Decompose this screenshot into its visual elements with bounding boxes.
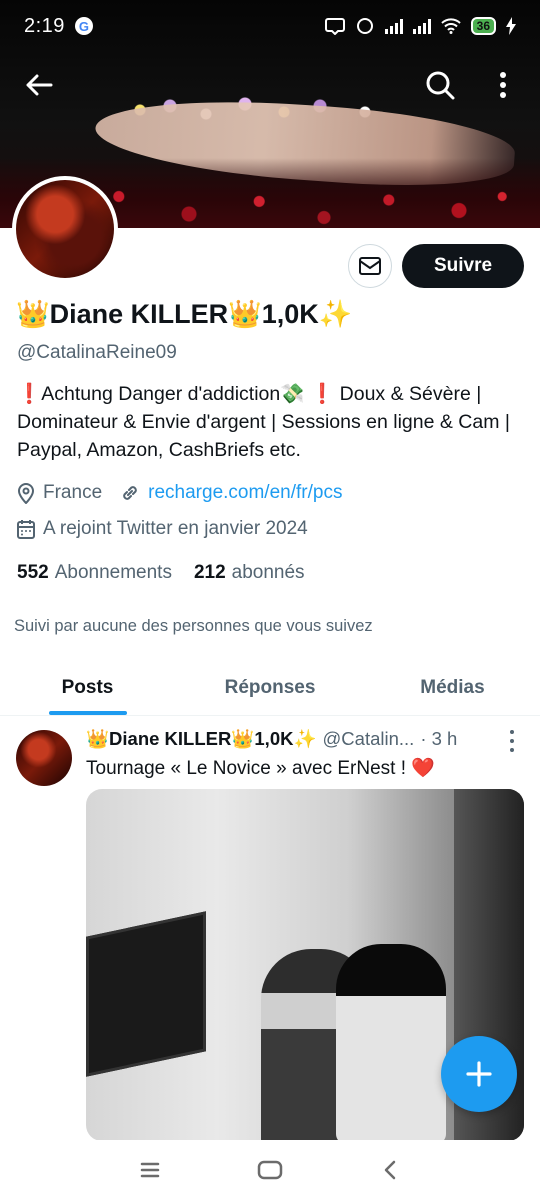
following-count: 552 [17,562,49,583]
tab-posts[interactable]: Posts [0,660,175,715]
followers-label: abonnés [231,562,305,583]
active-tab-indicator [48,711,127,715]
search-button[interactable] [422,67,458,103]
following-label: Abonnements [54,562,172,583]
profile-handle: @CatalinaReine09 [17,342,177,363]
back-button[interactable] [22,68,56,102]
wifi-icon [440,18,461,34]
profile-name: 👑Diane KILLER👑1,0K✨ [16,299,353,329]
profile-meta-row: France recharge.com/en/fr/pcs [17,482,342,504]
recents-icon [140,1162,160,1178]
profile-tabs: Posts Réponses Médias [0,660,540,716]
search-icon [426,71,455,100]
status-bar: 2:19 G 36 [0,0,540,52]
tab-media[interactable]: Médias [365,660,540,715]
tab-replies[interactable]: Réponses [175,660,365,715]
back-nav-button[interactable] [370,1150,410,1190]
tab-posts-label: Posts [61,676,114,698]
post-text: Tournage « Le Novice » avec ErNest ! ❤️ [86,758,435,779]
profile-avatar[interactable] [12,176,118,282]
charging-icon [506,17,516,35]
notification-icon [324,18,345,35]
tab-media-label: Médias [420,676,485,698]
post-more-button[interactable] [502,730,522,752]
profile-joined-row: A rejoint Twitter en janvier 2024 [17,518,308,540]
battery-icon: 36 [470,17,496,35]
post-time: · 3 h [420,728,458,749]
back-arrow-icon [26,74,53,96]
signal-icon [384,18,403,34]
signal-icon-2 [412,18,431,34]
post-header: 👑Diane KILLER👑1,0K✨ @Catalin... · 3 h [86,728,506,750]
post-author-name[interactable]: 👑Diane KILLER👑1,0K✨ [86,728,317,750]
follow-stats: 552 Abonnements 212 abonnés [17,562,305,584]
system-nav-bar [0,1140,540,1200]
profile-bio: ❗Achtung Danger d'addiction💸 ❗ Doux & Sé… [17,383,510,461]
tab-replies-label: Réponses [224,676,316,698]
google-icon: G [74,17,93,35]
status-icons: 36 [324,17,516,35]
profile-location: France [43,482,103,503]
chevron-left-icon [384,1160,396,1180]
followers-link[interactable]: 212 abonnés [194,562,305,584]
profile-joined: A rejoint Twitter en janvier 2024 [43,518,308,539]
link-icon [120,483,140,503]
home-icon [257,1160,283,1180]
more-vertical-icon [500,72,506,98]
home-button[interactable] [250,1150,290,1190]
followed-by-text: Suivi par aucune des personnes que vous … [14,617,373,635]
mail-icon [359,257,381,275]
status-time: 2:19 [24,14,65,37]
message-button[interactable] [348,244,392,288]
location-pin-icon [17,482,35,504]
compose-button[interactable] [441,1036,517,1112]
plus-icon [466,1061,492,1087]
calendar-icon [17,519,35,539]
sync-icon [356,18,373,34]
follow-button[interactable]: Suivre [402,244,524,288]
recents-button[interactable] [130,1150,170,1190]
post-image-person-masked [336,944,446,1141]
post-image-lightbox [86,911,206,1077]
post-avatar[interactable] [16,730,72,786]
profile-link[interactable]: recharge.com/en/fr/pcs [148,482,342,504]
more-options-button[interactable] [490,67,516,103]
post-author-handle[interactable]: @Catalin... [323,728,415,750]
following-link[interactable]: 552 Abonnements [17,562,172,584]
followers-count: 212 [193,562,226,583]
